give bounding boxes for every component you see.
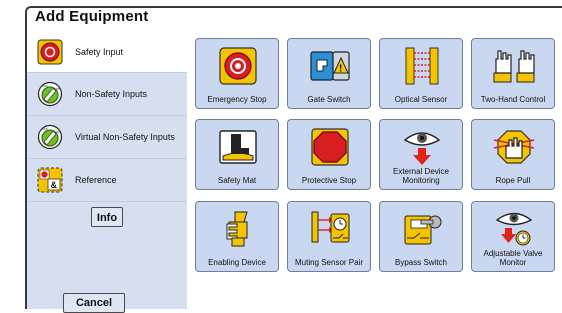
tile-label: Adjustable Valve Monitor bbox=[483, 249, 543, 267]
dialog-title: Add Equipment bbox=[35, 8, 149, 25]
tile-enabling-device[interactable]: Enabling Device bbox=[195, 201, 279, 272]
category-label: Virtual Non-Safety Inputs bbox=[75, 132, 175, 142]
tile-adjustable-valve-monitor[interactable]: Adjustable Valve Monitor bbox=[471, 201, 555, 272]
virtual-selector-switch-icon: OFF ON bbox=[37, 124, 63, 150]
tile-optical-sensor[interactable]: Optical Sensor bbox=[379, 38, 463, 109]
tile-emergency-stop[interactable]: Emergency Stop bbox=[195, 38, 279, 109]
tile-label: Rope Pull bbox=[495, 176, 531, 185]
tile-label: Gate Switch bbox=[307, 95, 351, 104]
enabling-device-icon bbox=[226, 211, 248, 247]
external-device-monitoring-icon bbox=[403, 132, 441, 165]
svg-text:OFF: OFF bbox=[42, 84, 48, 88]
tile-rope-pull[interactable]: Rope Pull bbox=[471, 119, 555, 190]
safety-mat-icon bbox=[219, 130, 257, 164]
tile-label: Bypass Switch bbox=[394, 258, 448, 267]
tile-safety-mat[interactable]: Safety Mat bbox=[195, 119, 279, 190]
tile-muting-sensor-pair[interactable]: Muting Sensor Pair bbox=[287, 201, 371, 272]
svg-text:!: ! bbox=[339, 64, 342, 75]
cancel-button[interactable]: Cancel bbox=[63, 293, 125, 313]
tile-label: Safety Mat bbox=[217, 176, 257, 185]
tile-external-device-monitoring[interactable]: External Device Monitoring bbox=[379, 119, 463, 190]
emergency-stop-icon bbox=[37, 39, 63, 64]
category-label: Non-Safety Inputs bbox=[75, 89, 148, 99]
rope-pull-icon bbox=[493, 130, 535, 164]
adjustable-valve-monitor-icon bbox=[495, 212, 533, 246]
two-hand-control-icon bbox=[493, 50, 535, 83]
bypass-switch-icon bbox=[404, 215, 442, 245]
tile-label: Emergency Stop bbox=[207, 95, 267, 104]
category-safety-input[interactable]: Safety Input bbox=[27, 30, 187, 73]
tile-gate-switch[interactable]: ! Gate Switch bbox=[287, 38, 371, 109]
category-non-safety-inputs[interactable]: OFF ON Non-Safety Inputs bbox=[27, 72, 187, 115]
protective-stop-icon bbox=[311, 128, 349, 166]
svg-text:OFF: OFF bbox=[42, 127, 48, 131]
tile-label: Two-Hand Control bbox=[480, 95, 546, 104]
tile-protective-stop[interactable]: Protective Stop bbox=[287, 119, 371, 190]
svg-text:&: & bbox=[51, 180, 58, 190]
tile-label: Muting Sensor Pair bbox=[294, 258, 364, 267]
muting-sensor-pair-icon bbox=[311, 211, 350, 243]
tile-label: Enabling Device bbox=[208, 258, 266, 267]
gate-switch-icon: ! bbox=[310, 51, 350, 81]
category-virtual-non-safety-inputs[interactable]: OFF ON Virtual Non-Safety Inputs bbox=[27, 115, 187, 158]
emergency-stop-icon bbox=[219, 47, 257, 85]
selector-switch-icon: OFF ON bbox=[37, 81, 63, 107]
category-label: Reference bbox=[75, 175, 117, 185]
reference-icon: & bbox=[37, 167, 63, 193]
category-label: Safety Input bbox=[75, 46, 124, 57]
category-reference[interactable]: & Reference bbox=[27, 158, 187, 201]
tile-label: Optical Sensor bbox=[394, 95, 448, 104]
svg-text:ON: ON bbox=[56, 87, 61, 91]
info-button[interactable]: Info bbox=[91, 207, 123, 227]
tile-bypass-switch[interactable]: Bypass Switch bbox=[379, 201, 463, 272]
optical-sensor-icon bbox=[405, 47, 439, 85]
tile-label: Protective Stop bbox=[301, 176, 357, 185]
svg-text:ON: ON bbox=[56, 130, 61, 134]
category-sidebar: Safety Input OFF ON Non-Safety Inputs OF… bbox=[27, 30, 187, 309]
tile-label: External Device Monitoring bbox=[392, 167, 450, 185]
tile-two-hand-control[interactable]: Two-Hand Control bbox=[471, 38, 555, 109]
